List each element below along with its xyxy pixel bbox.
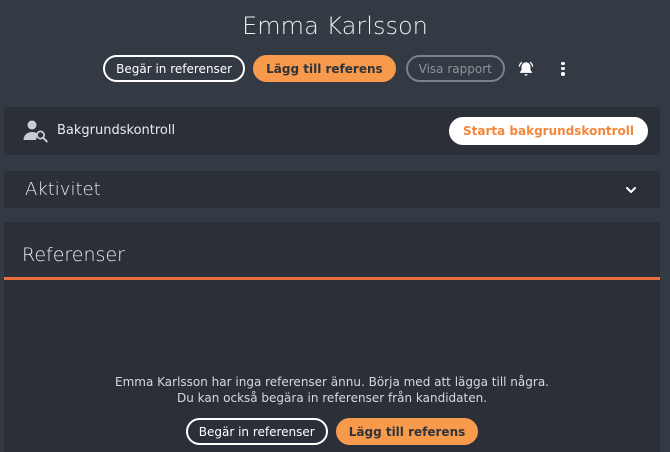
background-check-card: Bakgrundskontroll Starta bakgrundskontro… <box>4 107 660 155</box>
references-underline <box>4 277 660 280</box>
user-search-icon <box>23 119 49 143</box>
references-actions: Begär in referenser Lägg till referens <box>4 418 660 445</box>
add-reference-button[interactable]: Lägg till referens <box>253 55 396 82</box>
background-check-label: Bakgrundskontroll <box>57 123 176 138</box>
view-report-button[interactable]: Visa rapport <box>405 55 505 82</box>
activity-heading: Aktivitet <box>25 179 101 200</box>
add-reference-button[interactable]: Lägg till referens <box>335 418 479 445</box>
empty-state-text: Emma Karlsson har inga referenser ännu. … <box>115 375 549 389</box>
header-actions: Begär in referenser Lägg till referens V… <box>0 55 670 82</box>
chevron-down-icon[interactable] <box>624 182 638 196</box>
more-vertical-icon[interactable] <box>559 60 567 78</box>
empty-state-subtext: Du kan också begära in referenser från k… <box>176 391 488 405</box>
candidate-name: Emma Karlsson <box>242 12 428 40</box>
request-references-button[interactable]: Begär in referenser <box>185 418 328 445</box>
request-references-button[interactable]: Begär in referenser <box>103 55 246 82</box>
bell-icon[interactable] <box>515 58 537 80</box>
references-card: Referenser Emma Karlsson har inga refere… <box>4 222 660 452</box>
activity-card[interactable]: Aktivitet <box>4 171 660 208</box>
start-background-check-button[interactable]: Starta bakgrundskontroll <box>449 117 648 145</box>
references-heading: Referenser <box>22 244 125 266</box>
